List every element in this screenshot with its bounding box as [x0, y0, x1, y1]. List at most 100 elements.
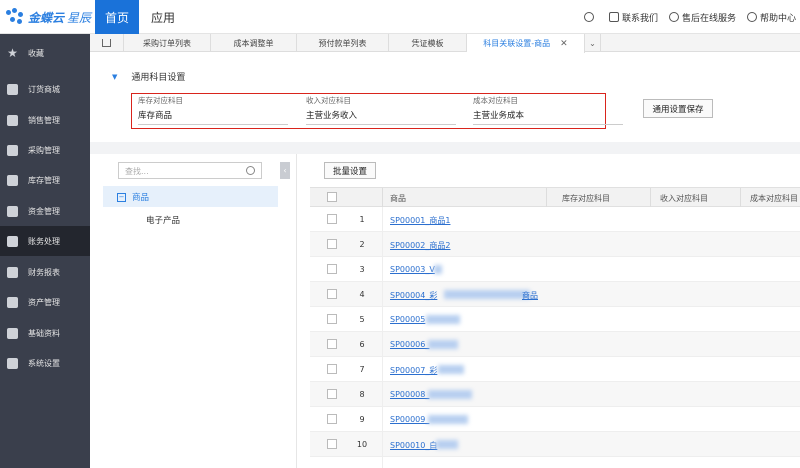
table-row[interactable]: 1 SP00001_商品1 — [310, 207, 800, 232]
sidebar-item-mall[interactable]: 订货商城 — [0, 74, 90, 104]
sidebar-item-funds[interactable]: 资金管理 — [0, 196, 90, 226]
product-link-tail[interactable]: 商品 — [522, 290, 538, 301]
top-bar: 金蝶云 星辰 首页 应用 联系我们 售后在线服务 帮助中心 — [0, 0, 800, 34]
tab-purchase-orders[interactable]: 采购订单列表 — [124, 34, 211, 52]
yen-icon — [7, 235, 18, 247]
star-icon: ★ — [7, 45, 18, 60]
sidebar-item-label: 订货商城 — [28, 84, 60, 94]
grid-header: 商品 库存对应科目 收入对应科目 成本对应科目 — [310, 187, 800, 207]
product-link[interactable]: SP00003_V — [390, 265, 435, 274]
column-header-revenue[interactable]: 收入对应科目 — [660, 193, 708, 204]
product-link[interactable]: SP00002_商品2 — [390, 240, 450, 251]
product-link[interactable]: SP00007_彩 — [390, 365, 437, 376]
tab-cost-adjustment[interactable]: 成本调整单 — [211, 34, 297, 52]
sidebar-item-label: 库存管理 — [28, 175, 60, 185]
sidebar: ★ 收藏 订货商城 销售管理 采购管理 库存管理 资金管理 账务处理 财务报表 资… — [0, 34, 90, 468]
row-checkbox[interactable] — [327, 414, 337, 424]
table-row[interactable]: 2 SP00002_商品2 — [310, 232, 800, 257]
row-checkbox[interactable] — [327, 389, 337, 399]
nav-home-tab[interactable]: 首页 — [95, 0, 139, 34]
table-row[interactable]: 10 SP00010_白 — [310, 432, 800, 457]
select-all-checkbox[interactable] — [327, 192, 337, 202]
column-header-product[interactable]: 商品 — [390, 193, 406, 204]
row-checkbox[interactable] — [327, 314, 337, 324]
box-icon — [7, 174, 18, 186]
online-service-link[interactable]: 售后在线服务 — [668, 11, 736, 24]
chevron-down-icon[interactable]: ⌄ — [585, 34, 601, 52]
sidebar-item-purchase[interactable]: 采购管理 — [0, 135, 90, 165]
layers-icon — [7, 327, 18, 339]
page-tabs: 采购订单列表 成本调整单 预付款单列表 凭证模板 科目关联设置-商品 ✕ ⌄ — [90, 34, 800, 53]
row-number: 6 — [359, 340, 365, 349]
product-link[interactable]: SP00005 — [390, 315, 425, 324]
product-link[interactable]: SP00004_彩 — [390, 290, 437, 301]
table-row[interactable]: 8 SP00008_ — [310, 382, 800, 407]
field-value[interactable]: 库存商品 — [138, 109, 288, 125]
sidebar-item-assets[interactable]: 资产管理 — [0, 287, 90, 317]
row-number: 3 — [359, 265, 365, 274]
table-row[interactable]: 9 SP00009_ — [310, 407, 800, 432]
sidebar-item-favorites[interactable]: ★ 收藏 — [0, 38, 90, 68]
tab-voucher-templates[interactable]: 凭证模板 — [389, 34, 467, 52]
contact-us-link[interactable]: 联系我们 — [608, 11, 658, 24]
row-checkbox[interactable] — [327, 439, 337, 449]
sidebar-item-label: 收藏 — [28, 48, 44, 58]
column-header-cost[interactable]: 成本对应科目 — [750, 193, 798, 204]
sidebar-item-accounting[interactable]: 账务处理 — [0, 226, 90, 256]
tab-prepayments[interactable]: 预付款单列表 — [297, 34, 389, 52]
sidebar-item-label: 采购管理 — [28, 145, 60, 155]
table-row[interactable]: 5 SP00005 — [310, 307, 800, 332]
search-icon[interactable] — [246, 166, 255, 175]
table-row[interactable]: 4 SP00004_彩 商品 — [310, 282, 800, 307]
save-general-settings-button[interactable]: 通用设置保存 — [643, 99, 713, 118]
inventory-account-field[interactable]: 库存对应科目 库存商品 — [138, 95, 288, 125]
section-title[interactable]: ▼ 通用科目设置 — [112, 70, 185, 84]
row-checkbox[interactable] — [327, 339, 337, 349]
batch-settings-button[interactable]: 批量设置 — [324, 162, 376, 179]
sidebar-item-basic-data[interactable]: 基础资料 — [0, 318, 90, 348]
close-icon[interactable]: ✕ — [560, 39, 568, 49]
help-center-link[interactable]: 帮助中心 — [746, 11, 796, 24]
search-icon[interactable] — [583, 12, 594, 22]
row-checkbox[interactable] — [327, 214, 337, 224]
redacted-text — [436, 440, 458, 449]
row-checkbox[interactable] — [327, 239, 337, 249]
product-link[interactable]: SP00006_ — [390, 340, 429, 349]
table-row[interactable]: 7 SP00007_彩 — [310, 357, 800, 382]
sidebar-item-label: 账务处理 — [28, 236, 60, 246]
sidebar-item-sales[interactable]: 销售管理 — [0, 105, 90, 135]
product-link[interactable]: SP00009_ — [390, 415, 429, 424]
table-row[interactable]: 3 SP00003_V — [310, 257, 800, 282]
cost-account-field[interactable]: 成本对应科目 主营业务成本 — [473, 95, 623, 125]
row-checkbox[interactable] — [327, 289, 337, 299]
sidebar-item-reports[interactable]: 财务报表 — [0, 257, 90, 287]
redacted-text — [438, 365, 464, 374]
product-link[interactable]: SP00001_商品1 — [390, 215, 450, 226]
sidebar-item-settings[interactable]: 系统设置 — [0, 348, 90, 378]
product-link[interactable]: SP00008_ — [390, 390, 429, 399]
table-row[interactable]: 6 SP00006_ — [310, 332, 800, 357]
collapse-panel-button[interactable]: ‹ — [280, 162, 290, 179]
caret-down-icon: ▼ — [112, 72, 118, 81]
tree-node-root[interactable]: − 商品 — [117, 191, 149, 203]
tab-account-mapping[interactable]: 科目关联设置-商品 ✕ — [467, 34, 585, 53]
row-checkbox[interactable] — [327, 364, 337, 374]
gear-icon — [7, 357, 18, 369]
sidebar-item-label: 销售管理 — [28, 115, 60, 125]
revenue-account-field[interactable]: 收入对应科目 主营业务收入 — [306, 95, 456, 125]
row-checkbox[interactable] — [327, 264, 337, 274]
field-value[interactable]: 主营业务成本 — [473, 109, 623, 125]
logo-mark-icon — [6, 8, 26, 26]
field-value[interactable]: 主营业务收入 — [306, 109, 456, 125]
home-tab[interactable] — [90, 34, 124, 52]
column-header-inventory[interactable]: 库存对应科目 — [562, 193, 610, 204]
nav-apps-tab[interactable]: 应用 — [148, 0, 178, 34]
collapse-node-icon[interactable]: − — [117, 192, 126, 202]
logo[interactable]: 金蝶云 星辰 — [6, 8, 91, 26]
logo-text-secondary: 星辰 — [67, 10, 92, 25]
product-link[interactable]: SP00010_白 — [390, 440, 437, 451]
tree-search-input[interactable]: 查找... — [118, 162, 262, 179]
tree-node-child[interactable]: 电子产品 — [146, 214, 180, 226]
sidebar-item-inventory[interactable]: 库存管理 — [0, 165, 90, 195]
redacted-text — [428, 390, 472, 399]
